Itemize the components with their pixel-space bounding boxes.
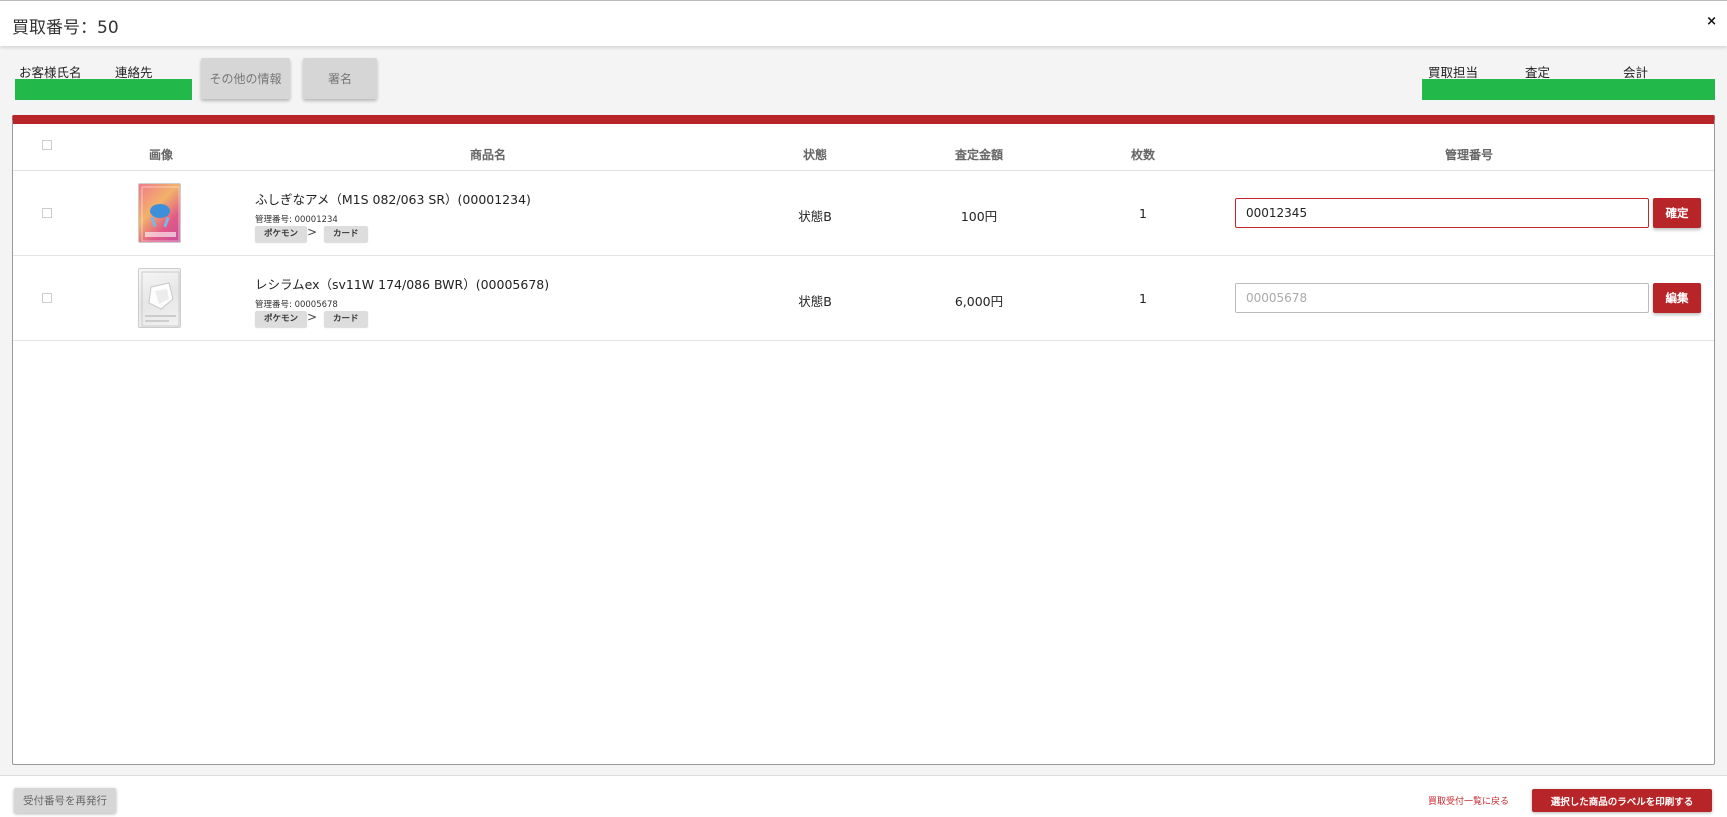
signature-button[interactable]: 署名: [303, 58, 377, 99]
category-separator: >: [307, 310, 318, 324]
condition-value: 状態B: [798, 294, 832, 309]
page-title: 買取番号：50: [12, 18, 119, 38]
category-separator: >: [307, 225, 318, 239]
condition-value: 状態B: [798, 209, 832, 224]
category-tag: ポケモン: [255, 226, 308, 242]
row-checkbox[interactable]: [42, 208, 52, 218]
row-checkbox[interactable]: [42, 293, 52, 303]
customer-status-bar: [15, 79, 192, 100]
management-number-input[interactable]: [1235, 198, 1649, 228]
modal-body: お客様氏名 連絡先 その他の情報 署名 買取担当 査定 会計 画像 商品名 状態…: [0, 46, 1727, 775]
product-management-number: 管理番号: 00001234: [255, 215, 338, 225]
quantity-value: 1: [1139, 291, 1147, 306]
quantity-value: 1: [1139, 206, 1147, 221]
header-image: 画像: [148, 148, 174, 162]
subcategory-tag: カード: [324, 311, 368, 327]
table-row: ふしぎなアメ（M1S 082/063 SR）(00001234) 管理番号: 0…: [13, 171, 1714, 256]
staff-status-bar: [1422, 79, 1715, 100]
close-icon[interactable]: ×: [1706, 14, 1717, 29]
product-name: ふしぎなアメ（M1S 082/063 SR）(00001234): [255, 192, 531, 207]
header-product-name: 商品名: [469, 148, 507, 162]
items-table: 画像 商品名 状態 査定金額 枚数 管理番号 ふしぎなアメ（M1S 082/06…: [12, 115, 1715, 765]
back-to-list-link[interactable]: 買取受付一覧に戻る: [1428, 794, 1509, 807]
card-thumbnail: [138, 183, 181, 243]
print-labels-button[interactable]: 選択した商品のラベルを印刷する: [1532, 789, 1712, 812]
price-value: 6,000円: [954, 294, 1004, 309]
reshiram-card-image: [141, 271, 180, 327]
footer: 受付番号を再発行 買取受付一覧に戻る 選択した商品のラベルを印刷する: [0, 775, 1727, 817]
header-price: 査定金額: [954, 148, 1004, 162]
header-condition: 状態: [802, 148, 828, 162]
modal-header: 買取番号：50 ×: [0, 0, 1727, 46]
rare-candy-card-image: [141, 186, 180, 242]
subcategory-tag: カード: [324, 226, 368, 242]
header-quantity: 枚数: [1130, 148, 1156, 162]
product-name: レシラムex（sv11W 174/086 BWR）(00005678): [255, 277, 550, 292]
select-all-checkbox[interactable]: [42, 140, 52, 150]
header-management-number: 管理番号: [1444, 148, 1494, 162]
price-value: 100円: [960, 209, 998, 224]
card-thumbnail: [138, 268, 181, 328]
management-number-input[interactable]: [1235, 283, 1649, 313]
category-tag: ポケモン: [255, 311, 308, 327]
confirm-button[interactable]: 確定: [1653, 198, 1701, 228]
other-info-button[interactable]: その他の情報: [201, 58, 290, 99]
edit-button[interactable]: 編集: [1653, 283, 1701, 313]
product-management-number: 管理番号: 00005678: [255, 300, 338, 310]
reissue-number-button[interactable]: 受付番号を再発行: [14, 788, 116, 813]
table-row: レシラムex（sv11W 174/086 BWR）(00005678) 管理番号…: [13, 256, 1714, 341]
